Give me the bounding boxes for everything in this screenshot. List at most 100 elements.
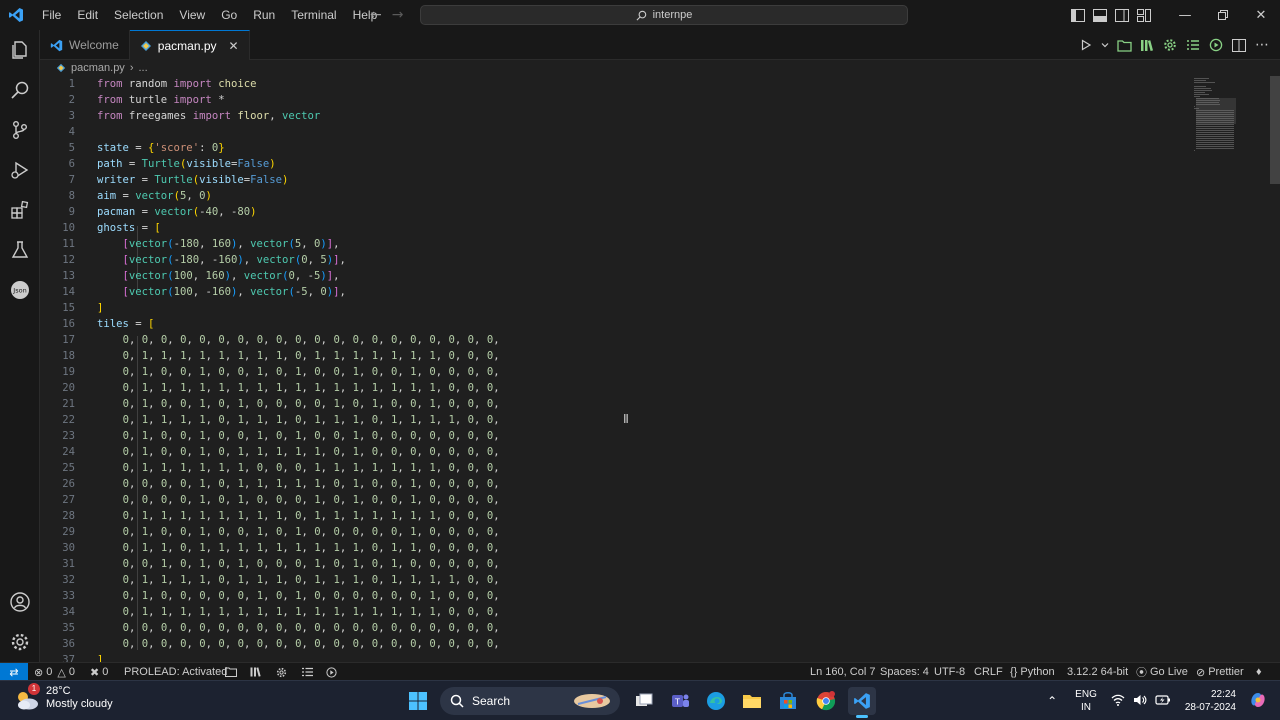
python-interpreter[interactable]: 3.12.2 64-bit	[1067, 663, 1128, 681]
code-line-16: tiles = [	[97, 318, 155, 330]
task-view-icon[interactable]	[630, 687, 658, 715]
line-number: 5	[68, 142, 75, 154]
menu-terminal[interactable]: Terminal	[283, 0, 344, 30]
library-status-icon[interactable]	[250, 663, 261, 681]
menu-selection[interactable]: Selection	[106, 0, 171, 30]
forward-arrow-icon[interactable]: →	[392, 7, 404, 23]
line-number: 23	[62, 430, 75, 442]
toggle-primary-sidebar-icon[interactable]	[1070, 7, 1086, 23]
prettier-status[interactable]: ⊘ Prettier	[1196, 663, 1244, 681]
gear-icon[interactable]	[1162, 37, 1178, 53]
edge-browser-icon[interactable]	[702, 687, 730, 715]
file-explorer-icon[interactable]	[738, 687, 766, 715]
tiles-row: 0, 1, 0, 0, 0, 0, 0, 1, 0, 1, 0, 0, 0, 0…	[122, 590, 500, 602]
copilot-icon[interactable]	[1248, 690, 1268, 713]
teams-icon[interactable]: T	[666, 687, 694, 715]
cursor-position[interactable]: Ln 160, Col 7	[810, 663, 875, 681]
system-clock[interactable]: 22:24 28-07-2024	[1185, 688, 1236, 714]
line-number: 10	[62, 222, 75, 234]
explorer-icon[interactable]	[0, 30, 40, 70]
wifi-icon[interactable]	[1111, 694, 1125, 709]
toggle-secondary-sidebar-icon[interactable]	[1114, 7, 1130, 23]
go-live-button[interactable]: ⦿ Go Live	[1136, 663, 1188, 681]
toggle-panel-icon[interactable]	[1092, 7, 1108, 23]
open-folder-icon[interactable]	[1116, 37, 1132, 53]
tab-welcome[interactable]: Welcome	[40, 30, 130, 60]
show-hidden-icons-chevron-icon[interactable]: ⌃	[1047, 694, 1057, 708]
menu-edit[interactable]: Edit	[69, 0, 106, 30]
language-mode[interactable]: {} Python	[1010, 663, 1055, 681]
tiles-row: 0, 1, 1, 1, 1, 1, 1, 1, 1, 0, 1, 1, 1, 1…	[122, 510, 500, 522]
testing-flask-icon[interactable]	[0, 230, 40, 270]
back-arrow-icon[interactable]: ←	[370, 7, 382, 23]
more-actions-icon[interactable]: ⋯	[1254, 37, 1270, 53]
ports-indicator[interactable]: ✖ 0	[90, 663, 108, 681]
tab-pacman-py[interactable]: pacman.py ✕	[129, 30, 250, 60]
settings-gear-icon[interactable]	[0, 622, 40, 662]
list-status-icon[interactable]	[302, 663, 313, 681]
error-icon: ⊗	[34, 666, 44, 679]
code-line-13: [vector(100, 160), vector(0, -5)],	[122, 270, 340, 282]
scrollbar-thumb[interactable]	[1270, 76, 1280, 184]
end-of-line[interactable]: CRLF	[974, 663, 1003, 681]
accounts-icon[interactable]	[0, 582, 40, 622]
close-window-button[interactable]: ✕	[1242, 0, 1280, 30]
line-number: 20	[62, 382, 75, 394]
split-editor-icon[interactable]	[1231, 37, 1247, 53]
problems-indicator[interactable]: ⊗ 0 △ 0	[34, 663, 75, 681]
menu-view[interactable]: View	[171, 0, 213, 30]
menu-go[interactable]: Go	[213, 0, 245, 30]
breadcrumb-file[interactable]: pacman.py	[71, 62, 125, 74]
chevron-down-icon[interactable]	[1101, 37, 1109, 53]
prettier-label: Prettier	[1208, 666, 1244, 678]
start-windows-icon[interactable]	[404, 687, 432, 715]
command-center-search[interactable]: internpe	[420, 5, 908, 25]
taskbar-search[interactable]: Search	[440, 687, 620, 715]
prolead-status[interactable]: PROLEAD: Activated	[124, 663, 227, 681]
tiles-row: 0, 1, 1, 1, 1, 1, 1, 1, 1, 1, 1, 1, 1, 1…	[122, 382, 500, 394]
gear-status-icon[interactable]	[276, 663, 287, 681]
play-circle-icon[interactable]	[1208, 37, 1224, 53]
tiles-row: 0, 1, 0, 0, 1, 0, 0, 1, 0, 1, 0, 0, 1, 0…	[122, 366, 500, 378]
minimap-line	[1196, 130, 1235, 131]
minimize-button[interactable]: —	[1166, 0, 1204, 30]
code-editor[interactable]: 1 from random import choice 2 from turtle …	[40, 76, 1190, 662]
encoding[interactable]: UTF-8	[934, 663, 965, 681]
minimap-line	[1196, 128, 1235, 129]
extensions-icon[interactable]	[0, 190, 40, 230]
search-view-icon[interactable]	[0, 70, 40, 110]
close-tab-icon[interactable]: ✕	[229, 39, 239, 53]
minimap[interactable]	[1192, 76, 1268, 662]
menu-file[interactable]: File	[34, 0, 69, 30]
microsoft-store-icon[interactable]	[774, 687, 802, 715]
vertical-scrollbar[interactable]	[1268, 76, 1280, 662]
json-extension-icon[interactable]: Json	[0, 270, 40, 310]
minimap-slider[interactable]	[1196, 98, 1236, 124]
weather-widget[interactable]: 1 28°C Mostly cloudy	[14, 683, 113, 711]
input-language[interactable]: ENG IN	[1075, 688, 1097, 714]
search-icon	[450, 694, 464, 708]
remote-indicator-icon[interactable]: ⇄	[0, 663, 28, 681]
library-icon[interactable]	[1139, 37, 1155, 53]
breadcrumb-symbols[interactable]: ...	[138, 62, 147, 74]
line-number: 13	[62, 270, 75, 282]
volume-icon[interactable]	[1133, 694, 1147, 709]
list-icon[interactable]	[1185, 37, 1201, 53]
battery-icon[interactable]	[1155, 694, 1171, 709]
minimap-line	[1196, 140, 1235, 141]
vscode-taskbar-icon[interactable]	[848, 687, 876, 718]
restore-button[interactable]	[1204, 0, 1242, 30]
folder-status-icon[interactable]	[225, 663, 237, 681]
broadcast-icon: ⦿	[1136, 667, 1147, 679]
chrome-browser-icon[interactable]	[812, 687, 840, 715]
run-python-file-icon[interactable]	[1078, 37, 1094, 53]
notifications-bell-icon[interactable]: ♦	[1256, 663, 1262, 681]
run-debug-icon[interactable]	[0, 150, 40, 190]
customize-layout-icon[interactable]	[1136, 7, 1152, 23]
play-status-icon[interactable]	[326, 663, 337, 681]
line-number: 26	[62, 478, 75, 490]
line-number: 7	[68, 174, 75, 186]
menu-run[interactable]: Run	[245, 0, 283, 30]
source-control-icon[interactable]	[0, 110, 40, 150]
indentation[interactable]: Spaces: 4	[880, 663, 929, 681]
